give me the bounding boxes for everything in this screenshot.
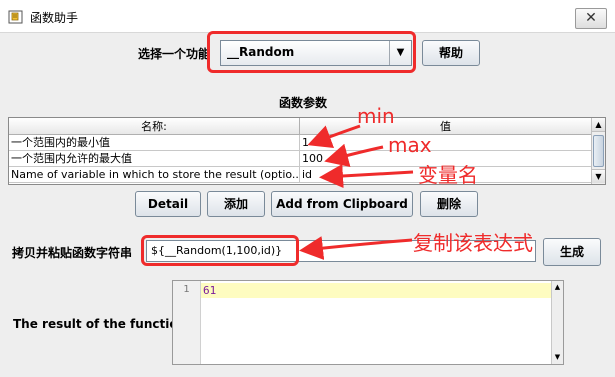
annotation-max: max: [388, 133, 432, 157]
annotation-varname: 变量名: [418, 163, 478, 187]
arrow-copy: [299, 236, 413, 260]
annotation-min: min: [357, 104, 395, 128]
annotation-copy-expression: 复制该表达式: [413, 231, 533, 255]
arrow-min: [307, 124, 361, 149]
arrow-max: [324, 143, 384, 167]
annotation-arrows: [299, 124, 414, 260]
arrow-varname: [319, 164, 414, 189]
